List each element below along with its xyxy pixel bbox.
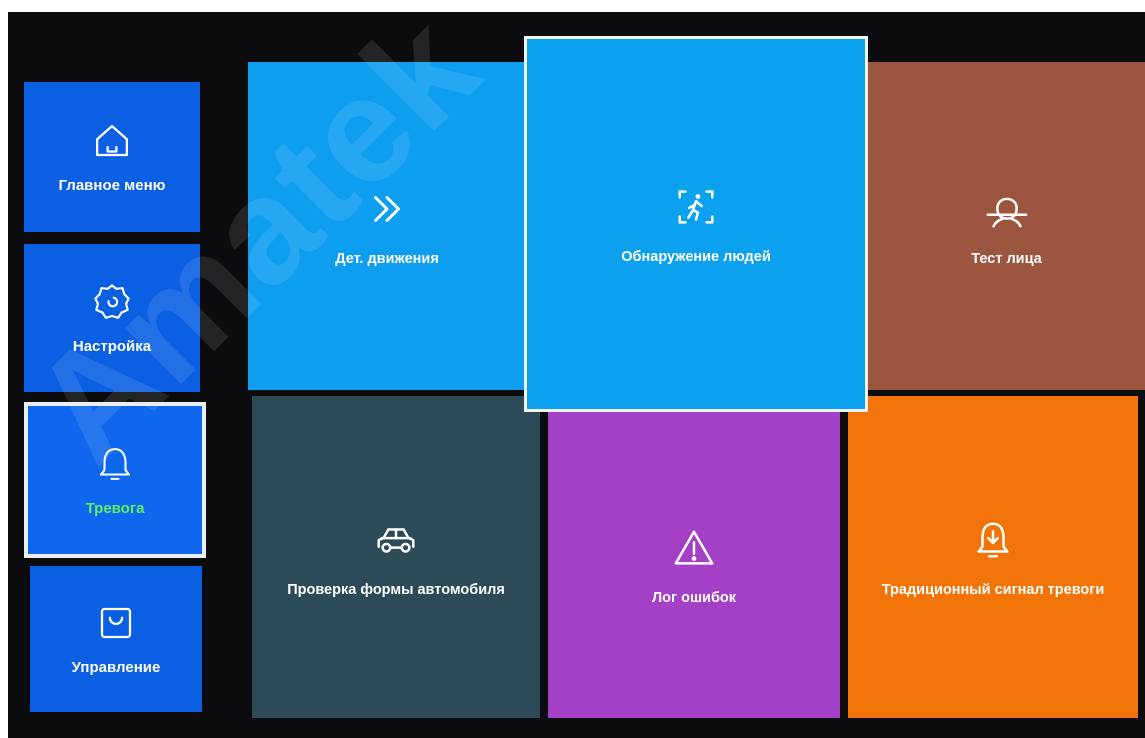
sidebar-item-label: Главное меню [58,177,166,194]
sidebar-item-label: Тревога [85,500,145,517]
double-chevron-right-icon [364,186,410,237]
car-icon [373,517,419,568]
person-detection-icon [673,184,719,235]
face-icon [984,186,1030,237]
alarm-bell-icon [970,517,1016,568]
sidebar-item-management[interactable]: Управление [30,566,202,712]
tile-label: Лог ошибок [651,589,737,606]
sidebar-item-label: Настройка [72,338,152,355]
tile-people-detection[interactable]: Обнаружение людей [524,36,868,412]
tile-traditional-alarm[interactable]: Традиционный сигнал тревоги [848,396,1138,718]
sidebar-item-label: Управление [71,659,161,676]
tile-face-test[interactable]: Тест лица [868,62,1145,390]
bell-icon [94,443,136,490]
tile-vehicle-shape-check[interactable]: Проверка формы автомобиля [252,396,540,718]
alarm-menu-screen: Главное меню Настройка Тревога Управлени… [8,12,1145,738]
tile-error-log[interactable]: Лог ошибок [548,412,840,718]
tile-label: Обнаружение людей [621,248,771,265]
shopping-bag-icon [95,602,137,649]
sidebar-item-main-menu[interactable]: Главное меню [24,82,200,232]
tile-label: Тест лица [971,250,1042,267]
sidebar-item-settings[interactable]: Настройка [24,244,200,392]
tile-motion-detection[interactable]: Дет. движения [248,62,526,390]
sidebar-item-alarm[interactable]: Тревога [24,402,206,558]
tile-label: Проверка формы автомобиля [287,581,505,598]
home-icon [91,120,133,167]
tile-label: Дет. движения [335,250,439,267]
gear-icon [91,281,133,328]
tile-label: Традиционный сигнал тревоги [881,581,1105,598]
warning-icon [671,525,717,576]
